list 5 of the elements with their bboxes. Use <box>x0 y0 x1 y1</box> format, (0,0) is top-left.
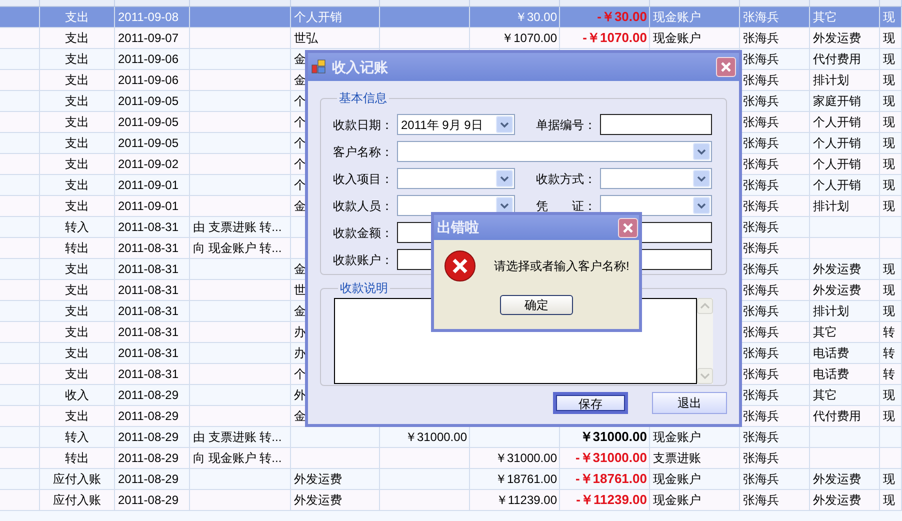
window-title: 出错啦 <box>437 218 479 237</box>
field-label: 单据编号： <box>536 116 597 134</box>
field-label: 收款方式： <box>536 170 597 188</box>
error-message: 请选择或者输入客户名称! <box>494 258 630 275</box>
field-label: 凭 证： <box>536 198 597 214</box>
